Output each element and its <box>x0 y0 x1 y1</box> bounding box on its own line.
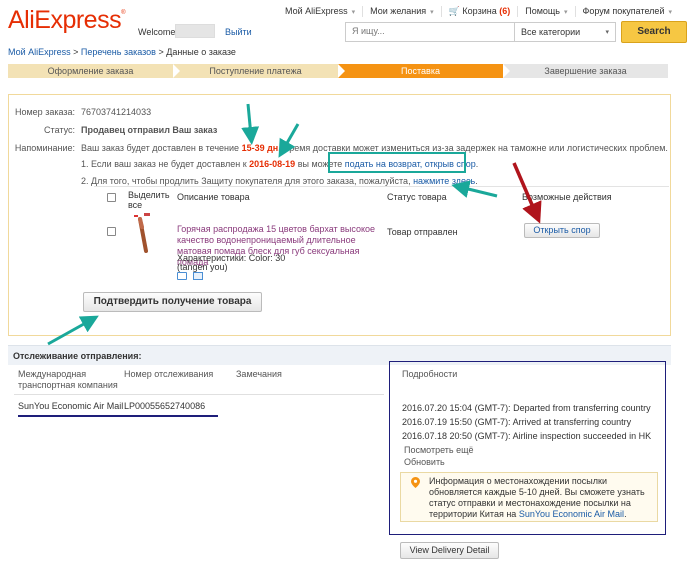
refresh-link[interactable]: Обновить <box>404 457 445 467</box>
cart-count: (6) <box>499 6 511 16</box>
reminder-label: Напоминание: <box>14 143 75 153</box>
step-order-placed: Оформление заказа <box>8 64 180 78</box>
select-all-checkbox[interactable] <box>107 193 116 202</box>
col-item-status: Статус товара <box>387 192 447 202</box>
search-button[interactable]: Search <box>621 21 687 43</box>
search-input[interactable]: Я ищу... <box>345 22 515 42</box>
tracking-event-2: 2016.07.19 15:50 (GMT-7): Arrived at tra… <box>402 417 632 427</box>
status-label: Статус: <box>44 125 75 135</box>
carrier-link[interactable]: SunYou Economic Air Mail <box>519 509 624 519</box>
tracking-event-1: 2016.07.20 15:04 (GMT-7): Departed from … <box>402 403 651 413</box>
col-shipping-company: Международная транспортная компания <box>18 369 118 390</box>
tracking-event-3: 2016.07.18 20:50 (GMT-7): Airline inspec… <box>402 431 652 441</box>
snapshot-icon[interactable] <box>177 272 187 280</box>
annotation-underline <box>18 415 218 417</box>
caret-down-icon: ▾ <box>564 9 568 16</box>
item-status: Товар отправлен <box>387 227 458 237</box>
step-complete: Завершение заказа <box>503 64 668 78</box>
shipping-company: SunYou Economic Air Mail <box>18 401 124 411</box>
logout-link[interactable]: Выйти <box>225 27 252 37</box>
caret-down-icon: ▾ <box>430 9 434 16</box>
message-icon[interactable] <box>193 272 203 280</box>
breadcrumb-current: Данные о заказе <box>166 47 236 57</box>
product-icons <box>177 272 203 280</box>
product-seller: (tangen you) <box>177 262 228 272</box>
confirm-receipt-button[interactable]: Подтвердить получение товара <box>83 292 262 312</box>
order-number-label: Номер заказа: <box>14 107 75 117</box>
tracking-title: Отслеживание отправления: <box>13 351 142 361</box>
open-dispute-button[interactable]: Открыть спор <box>524 223 600 238</box>
product-thumbnail[interactable] <box>132 213 154 253</box>
table-divider <box>94 186 669 187</box>
lipstick-image <box>134 213 150 253</box>
breadcrumb-orders[interactable]: Перечень заказов <box>81 47 156 57</box>
col-notes: Замечания <box>236 369 282 379</box>
breadcrumb: Мой AliExpress > Перечень заказов > Данн… <box>8 47 236 57</box>
tracking-info-text: Информация о местонахождении посылки обн… <box>429 476 645 519</box>
view-delivery-detail-button[interactable]: View Delivery Detail <box>400 542 499 559</box>
step-payment: Поступление платежа <box>173 64 345 78</box>
top-navigation: Мой AliExpress ▾ Мои желания ▾ 🛒 Корзина (… <box>278 6 679 17</box>
username-redacted <box>175 24 215 38</box>
caret-down-icon: ▾ <box>351 9 356 16</box>
location-pin-icon <box>411 477 420 488</box>
tracking-number: LP00055652740086 <box>124 401 206 411</box>
aliexpress-logo[interactable]: AliExpress® <box>8 6 126 35</box>
step-shipping: Поставка <box>338 64 510 78</box>
order-number: 76703741214033 <box>81 107 152 117</box>
order-status: Продавец отправил Ваш заказ <box>81 125 218 135</box>
nav-buyer-forum[interactable]: Форум покупателей ▾ <box>576 6 679 17</box>
breadcrumb-my-aliexpress[interactable]: Мой AliExpress <box>8 47 71 57</box>
nav-help[interactable]: Помощь ▾ <box>518 6 576 17</box>
see-more-link[interactable]: Посмотреть ещё <box>404 445 474 455</box>
cart-icon: 🛒 <box>448 6 460 16</box>
col-details: Подробности <box>402 369 458 379</box>
category-select[interactable]: Все категории ▾ <box>515 22 616 42</box>
welcome-text: Welcome <box>138 27 176 37</box>
annotation-highlight-box <box>328 152 466 173</box>
col-actions: Возможные действия <box>522 192 612 202</box>
caret-down-icon: ▾ <box>605 29 609 36</box>
tracking-divider <box>14 394 384 395</box>
caret-down-icon: ▾ <box>668 9 672 16</box>
item-checkbox[interactable] <box>107 227 116 236</box>
nav-wishlist[interactable]: Мои желания ▾ <box>363 6 442 17</box>
order-progress: Оформление заказа Поступление платежа По… <box>8 64 668 78</box>
col-tracking-number: Номер отслеживания <box>124 369 214 379</box>
col-select-all: Выделить все <box>128 190 170 210</box>
nav-my-aliexpress[interactable]: Мой AliExpress ▾ <box>278 6 364 17</box>
extend-protection-link[interactable]: нажмите здесь <box>413 176 475 186</box>
reminder-note-2: 2. Для того, чтобы продлить Защиту покуп… <box>81 176 478 186</box>
col-description: Описание товара <box>177 192 250 202</box>
nav-cart[interactable]: 🛒 Корзина (6) <box>442 6 519 17</box>
